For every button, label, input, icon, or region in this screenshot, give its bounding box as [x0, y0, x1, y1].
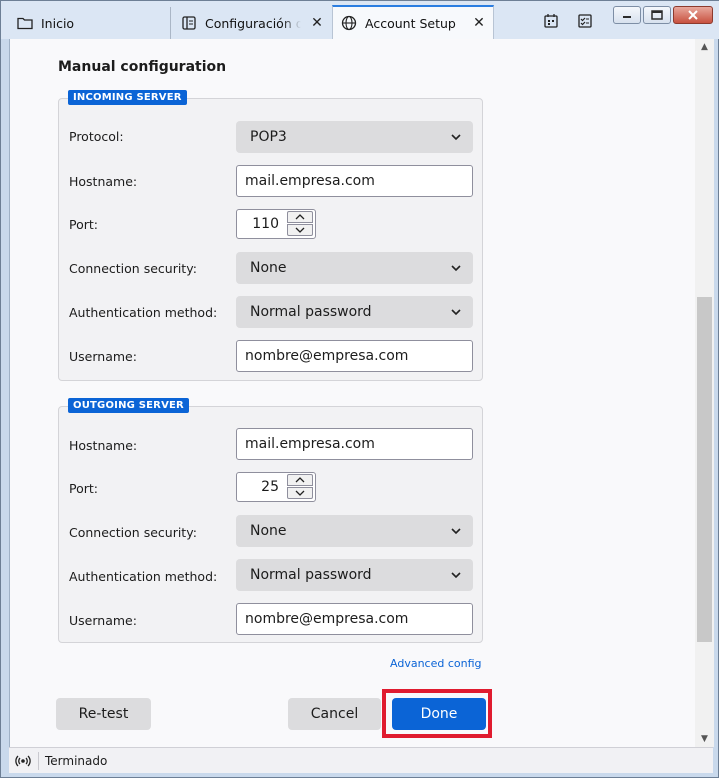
- chevron-down-icon: [451, 134, 461, 141]
- incoming-security-value: None: [250, 260, 287, 276]
- outgoing-security-label: Connection security:: [69, 525, 197, 540]
- cancel-button[interactable]: Cancel: [288, 698, 381, 730]
- protocol-value: POP3: [250, 129, 287, 145]
- chevron-down-icon: [451, 572, 461, 579]
- incoming-security-label: Connection security:: [69, 261, 197, 276]
- outgoing-security-value: None: [250, 523, 287, 539]
- outgoing-hostname-input[interactable]: mail.empresa.com: [236, 428, 473, 460]
- incoming-username-label: Username:: [69, 349, 137, 364]
- outgoing-username-value: nombre@empresa.com: [245, 611, 409, 627]
- tab-label: Account Setup: [365, 15, 456, 31]
- chevron-up-icon: [295, 477, 305, 483]
- settings-page-icon: [181, 15, 197, 31]
- incoming-hostname-label: Hostname:: [69, 174, 138, 189]
- status-bar: Terminado: [9, 747, 713, 773]
- tab-strip: Inicio Configuración de la cuenta ✕ Acco…: [1, 1, 719, 39]
- retest-button[interactable]: Re-test: [56, 698, 151, 730]
- scrollbar-thumb[interactable]: [697, 297, 712, 642]
- tab-inicio[interactable]: Inicio: [9, 7, 171, 39]
- outgoing-port-label: Port:: [69, 481, 98, 496]
- window-close-button[interactable]: [673, 6, 713, 24]
- incoming-port-label: Port:: [69, 217, 98, 232]
- protocol-label: Protocol:: [69, 129, 124, 144]
- outgoing-server-legend: OUTGOING SERVER: [68, 398, 189, 413]
- maximize-button[interactable]: [643, 6, 671, 24]
- chevron-down-icon: [295, 227, 305, 233]
- decrement-button[interactable]: [287, 487, 313, 499]
- close-icon[interactable]: ✕: [309, 15, 325, 31]
- tab-account-setup[interactable]: Account Setup ✕: [332, 5, 494, 39]
- incoming-port-stepper[interactable]: 110: [236, 209, 316, 239]
- vertical-scrollbar[interactable]: ▲ ▼: [695, 39, 714, 747]
- tasks-icon[interactable]: [575, 11, 595, 31]
- outgoing-port-stepper[interactable]: 25: [236, 472, 316, 502]
- app-window: Inicio Configuración de la cuenta ✕ Acco…: [0, 0, 719, 778]
- incoming-server-group: INCOMING SERVER Protocol: POP3 Hostname:…: [58, 90, 483, 381]
- advanced-config-link[interactable]: Advanced config: [390, 657, 482, 670]
- status-divider: [38, 752, 39, 770]
- incoming-auth-value: Normal password: [250, 304, 372, 320]
- incoming-server-legend: INCOMING SERVER: [68, 90, 187, 105]
- incoming-hostname-input[interactable]: mail.empresa.com: [236, 165, 473, 197]
- protocol-select[interactable]: POP3: [236, 121, 473, 153]
- increment-button[interactable]: [287, 211, 313, 223]
- increment-button[interactable]: [287, 474, 313, 486]
- calendar-icon[interactable]: [541, 11, 561, 31]
- incoming-username-input[interactable]: nombre@empresa.com: [236, 340, 473, 372]
- incoming-security-select[interactable]: None: [236, 252, 473, 284]
- outgoing-auth-value: Normal password: [250, 567, 372, 583]
- tab-label: Inicio: [41, 15, 75, 31]
- incoming-auth-select[interactable]: Normal password: [236, 296, 473, 328]
- incoming-username-value: nombre@empresa.com: [245, 348, 409, 364]
- scroll-up-icon[interactable]: ▲: [695, 39, 714, 55]
- decrement-button[interactable]: [287, 224, 313, 236]
- outgoing-auth-select[interactable]: Normal password: [236, 559, 473, 591]
- online-status-icon[interactable]: [15, 753, 31, 769]
- outgoing-username-label: Username:: [69, 613, 137, 628]
- outgoing-hostname-value: mail.empresa.com: [245, 436, 375, 452]
- incoming-hostname-value: mail.empresa.com: [245, 173, 375, 189]
- scroll-down-icon[interactable]: ▼: [695, 731, 714, 747]
- globe-icon: [341, 15, 357, 31]
- outgoing-hostname-label: Hostname:: [69, 438, 138, 453]
- status-text: Terminado: [45, 753, 108, 768]
- chevron-down-icon: [451, 309, 461, 316]
- outgoing-port-value: 25: [261, 479, 279, 495]
- minimize-button[interactable]: [613, 6, 641, 24]
- incoming-auth-label: Authentication method:: [69, 305, 218, 320]
- outgoing-username-input[interactable]: nombre@empresa.com: [236, 603, 473, 635]
- outgoing-security-select[interactable]: None: [236, 515, 473, 547]
- chevron-down-icon: [451, 265, 461, 272]
- close-icon[interactable]: ✕: [471, 15, 487, 31]
- incoming-port-value: 110: [252, 216, 279, 232]
- folder-icon: [17, 15, 33, 31]
- tab-label: Configuración de la cuenta: [205, 15, 301, 31]
- chevron-up-icon: [295, 214, 305, 220]
- account-setup-content: Manual configuration INCOMING SERVER Pro…: [9, 39, 714, 747]
- page-title: Manual configuration: [58, 59, 227, 75]
- tab-account-settings[interactable]: Configuración de la cuenta ✕: [173, 7, 331, 39]
- outgoing-server-group: OUTGOING SERVER Hostname: mail.empresa.c…: [58, 398, 483, 643]
- chevron-down-icon: [295, 490, 305, 496]
- highlight-box: [382, 689, 492, 738]
- outgoing-auth-label: Authentication method:: [69, 569, 218, 584]
- chevron-down-icon: [451, 528, 461, 535]
